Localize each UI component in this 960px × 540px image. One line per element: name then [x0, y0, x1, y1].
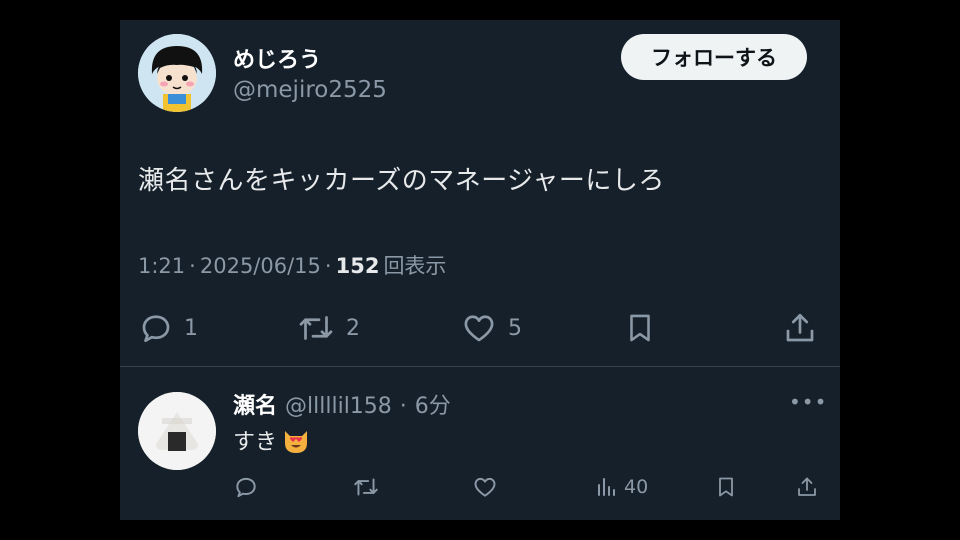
reply-views-button[interactable]: 40: [594, 472, 648, 502]
reply-header: 瀬名 @lllllil158 · 6分: [233, 388, 451, 420]
tweet-meta: 1:21 · 2025/06/15 · 152 回表示: [138, 250, 446, 280]
repost-button[interactable]: 2: [296, 308, 360, 348]
heart-icon: [474, 477, 496, 497]
bookmark-icon: [630, 314, 650, 342]
heart-icon: [464, 315, 494, 342]
meta-separator: ·: [324, 254, 332, 278]
reply-text-row: すき: [233, 424, 311, 456]
bookmark-button[interactable]: [623, 308, 657, 348]
author-handle[interactable]: @mejiro2525: [233, 77, 387, 103]
repost-icon: [354, 478, 378, 496]
tweet-panel: めじろう @mejiro2525 フォローする 瀬名さんをキッカーズのマネージャ…: [120, 20, 840, 520]
reply-author-handle[interactable]: @lllllil158: [285, 394, 392, 419]
reply-like-button[interactable]: [472, 472, 498, 502]
author-avatar[interactable]: [138, 34, 216, 112]
tweet-text: 瀬名さんをキッカーズのマネージャーにしろ: [138, 166, 665, 196]
reply-views-count: 40: [624, 476, 649, 498]
share-icon: [786, 313, 814, 342]
meta-separator: ·: [399, 394, 407, 419]
repost-count: 2: [346, 315, 360, 341]
reply-author-avatar[interactable]: [138, 392, 216, 470]
repost-icon: [299, 316, 333, 340]
tweet-date[interactable]: 2025/06/15: [200, 254, 321, 278]
reply-button[interactable]: 1: [138, 308, 198, 348]
reply-author-name[interactable]: 瀬名: [233, 388, 277, 420]
bookmark-icon: [719, 477, 733, 497]
divider: [120, 366, 840, 367]
reply-time[interactable]: 6分: [415, 388, 451, 420]
reply-share-button[interactable]: [795, 472, 819, 502]
share-button[interactable]: [782, 308, 818, 348]
reply-repost-button[interactable]: [352, 472, 380, 502]
reply-bookmark-button[interactable]: [714, 472, 738, 502]
more-options-icon[interactable]: •••: [789, 390, 827, 414]
meta-separator: ·: [189, 254, 196, 278]
views-label: 回表示: [383, 254, 447, 278]
reply-text: すき: [233, 430, 278, 455]
share-icon: [798, 477, 816, 496]
views-count: 152: [335, 254, 380, 278]
reply-icon: [142, 315, 170, 343]
reply-reply-button[interactable]: [233, 472, 259, 502]
smiling-cat-heart-eyes-emoji: [285, 431, 308, 453]
reply-icon: [236, 477, 256, 498]
like-count: 5: [508, 315, 522, 341]
tweet-time[interactable]: 1:21: [138, 254, 185, 278]
analytics-icon: [598, 478, 615, 496]
reply-count: 1: [184, 315, 198, 341]
follow-button[interactable]: フォローする: [621, 34, 807, 80]
author-name[interactable]: めじろう: [233, 42, 321, 74]
like-button[interactable]: 5: [460, 308, 522, 348]
